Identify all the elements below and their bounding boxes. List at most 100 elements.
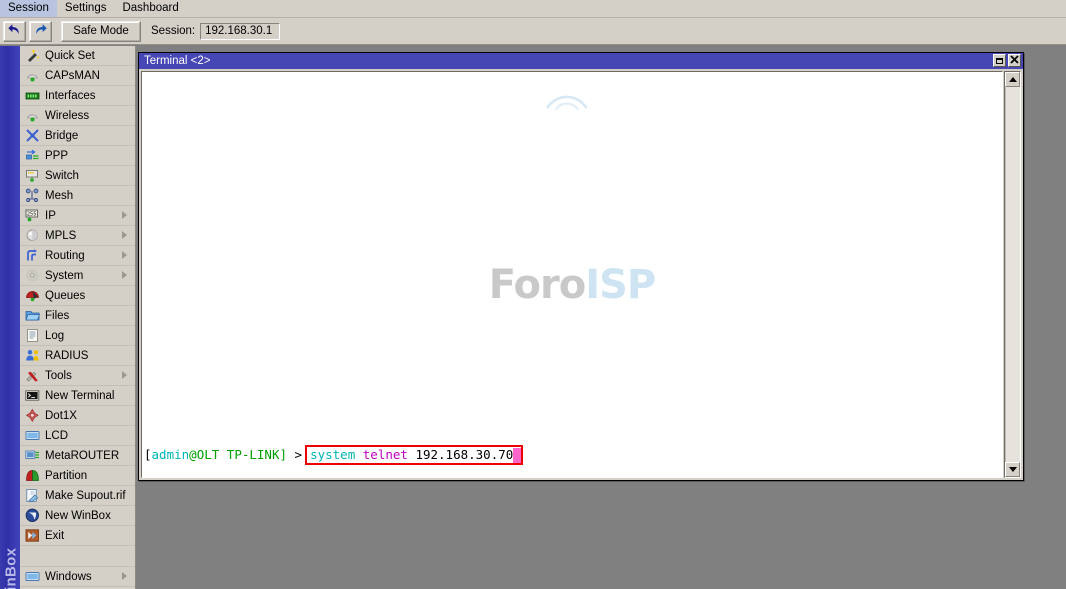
sidebar-item-mpls[interactable]: MPLS (20, 226, 135, 246)
session-address-field[interactable]: 192.168.30.1 (200, 22, 281, 40)
sidebar-item-label: Make Supout.rif (45, 489, 126, 502)
command-word-telnet: telnet (362, 447, 408, 462)
redo-icon (33, 23, 48, 39)
sidebar-item-label: New WinBox (45, 509, 111, 522)
sidebar-item-make-supout[interactable]: Make Supout.rif (20, 486, 135, 506)
sidebar-item-interfaces[interactable]: Interfaces (20, 86, 135, 106)
terminal-scrollbar[interactable] (1004, 71, 1021, 478)
command-argument-ip: 192.168.30.70 (415, 447, 514, 462)
sidebar-item-label: System (45, 269, 84, 282)
prompt-bracket-open: [ (144, 447, 152, 462)
sidebar-item-routing[interactable]: Routing (20, 246, 135, 266)
wand-icon (24, 48, 40, 64)
terminal-title: Terminal <2> (144, 55, 211, 67)
undo-icon (7, 23, 22, 39)
sidebar-item-label: Dot1X (45, 409, 77, 422)
sidebar-item-queues[interactable]: Queues (20, 286, 135, 306)
sidebar-item-mesh[interactable]: Mesh (20, 186, 135, 206)
sidebar-item-label: CAPsMAN (45, 69, 100, 82)
session-address-value: 192.168.30.1 (205, 25, 273, 37)
chevron-right-icon (122, 211, 127, 219)
sidebar-item-files[interactable]: Files (20, 306, 135, 326)
supout-icon (24, 488, 40, 504)
svg-text:255: 255 (26, 212, 36, 218)
menubar-item-settings[interactable]: Settings (57, 0, 115, 17)
antenna-icon (24, 108, 40, 124)
sidebar-item-ip[interactable]: 255 IP (20, 206, 135, 226)
system-gear-icon (24, 268, 40, 284)
sidebar-item-switch[interactable]: Switch (20, 166, 135, 186)
terminal-output-area[interactable]: Foro ISP [admin @OLT TP-LINK] > system t… (141, 71, 1003, 478)
sidebar-item-capsman[interactable]: CAPsMAN (20, 66, 135, 86)
safe-mode-label: Safe Mode (73, 25, 129, 37)
sidebar-item-exit[interactable]: Exit (20, 526, 135, 546)
sidebar-item-lcd[interactable]: LCD (20, 426, 135, 446)
foroisp-watermark: Foro ISP (488, 95, 656, 308)
safe-mode-button[interactable]: Safe Mode (61, 20, 141, 42)
interfaces-icon (24, 88, 40, 104)
sidebar-item-label: Wireless (45, 109, 90, 122)
sidebar-item-ppp[interactable]: PPP (20, 146, 135, 166)
chevron-right-icon (122, 371, 127, 379)
sidebar-item-label: Partition (45, 469, 88, 482)
sidebar-item-label: Log (45, 329, 65, 342)
text-cursor (513, 447, 522, 463)
sidebar-item-log[interactable]: Log (20, 326, 135, 346)
sidebar-item-bridge[interactable]: Bridge (20, 126, 135, 146)
scroll-up-button[interactable] (1005, 72, 1020, 87)
terminal-titlebar[interactable]: Terminal <2> (139, 53, 1023, 69)
sidebar-item-label: PPP (45, 149, 69, 162)
terminal-window: Terminal <2> Foro ISP [admin @OLT TP-LI… (138, 52, 1024, 481)
sidebar-item-metarouter[interactable]: MetaROUTER (20, 446, 135, 466)
winbox-brand-label: WinBox (2, 547, 20, 589)
bridge-icon (24, 128, 40, 144)
queues-icon (24, 288, 40, 304)
chevron-right-icon (122, 251, 127, 259)
sidebar-item-label: MetaROUTER (45, 449, 120, 462)
switch-icon (24, 168, 40, 184)
sidebar-item-label: Queues (45, 289, 86, 302)
sidebar-item-radius[interactable]: RADIUS (20, 346, 135, 366)
sidebar-item-label: IP (45, 209, 56, 222)
sidebar-item-windows[interactable]: Windows (20, 567, 135, 587)
redo-button[interactable] (29, 20, 52, 42)
undo-button[interactable] (3, 20, 26, 42)
sidebar-item-dot1x[interactable]: Dot1X (20, 406, 135, 426)
prompt-hostname: @OLT TP-LINK] (189, 447, 288, 462)
chevron-right-icon (122, 231, 127, 239)
sidebar-item-tools[interactable]: Tools (20, 366, 135, 386)
sidebar-item-label: Routing (45, 249, 85, 262)
close-button[interactable] (1008, 54, 1021, 67)
menubar-item-session[interactable]: Session (0, 0, 57, 17)
maximize-icon (996, 57, 1003, 64)
scrollbar-track[interactable] (1005, 87, 1020, 462)
sidebar-item-quick-set[interactable]: Quick Set (20, 46, 135, 66)
partition-icon (24, 468, 40, 484)
sidebar-item-label: Switch (45, 169, 79, 182)
command-word-system: system (310, 447, 356, 462)
sidebar-item-label: Quick Set (45, 49, 95, 62)
highlighted-command-box: system telnet 192.168.30.70 (305, 445, 524, 465)
sidebar-item-new-terminal[interactable]: New Terminal (20, 386, 135, 406)
scroll-up-arrow-icon (1008, 77, 1017, 82)
antenna-icon (24, 68, 40, 84)
toolbar: Safe Mode Session: 192.168.30.1 (0, 18, 1066, 45)
sidebar-item-system[interactable]: System (20, 266, 135, 286)
watermark-isp-text: ISP (585, 262, 656, 308)
maximize-button[interactable] (993, 54, 1006, 67)
windows-icon (24, 569, 40, 585)
exit-icon (24, 528, 40, 544)
wifi-arc-icon (544, 88, 590, 113)
sidebar-item-label: Tools (45, 369, 72, 382)
winbox-brand-strip: WinBox (0, 46, 20, 589)
sidebar-item-wireless[interactable]: Wireless (20, 106, 135, 126)
sidebar-item-partition[interactable]: Partition (20, 466, 135, 486)
watermark-foro-text: Foro (488, 262, 586, 308)
scroll-down-button[interactable] (1005, 462, 1020, 477)
sidebar-item-label: New Terminal (45, 389, 115, 402)
mesh-icon (24, 188, 40, 204)
sidebar-item-new-winbox[interactable]: New WinBox (20, 506, 135, 526)
menubar-item-dashboard[interactable]: Dashboard (114, 0, 186, 17)
ppp-icon (24, 148, 40, 164)
terminal-window-body: Foro ISP [admin @OLT TP-LINK] > system t… (139, 69, 1023, 480)
